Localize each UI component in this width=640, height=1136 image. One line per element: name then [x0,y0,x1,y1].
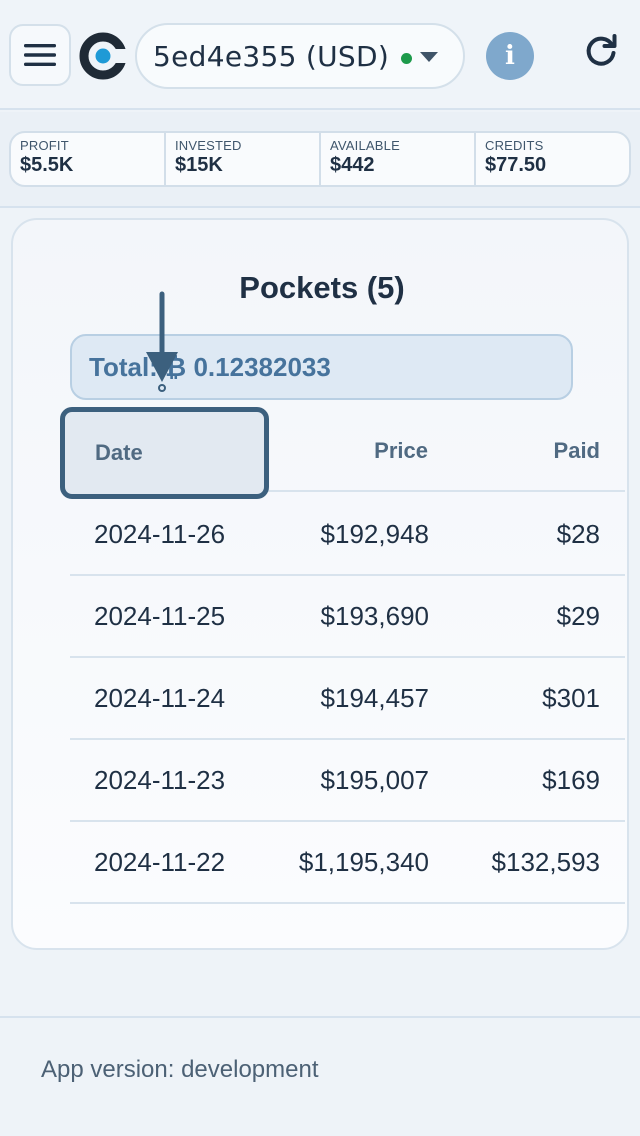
cell-price: $195,007 [320,764,429,795]
account-label: 5ed4e355 (USD) [153,39,390,73]
table-row[interactable]: 2024-11-26 $192,948 $28 [70,494,625,576]
cell-date: 2024-11-22 [94,846,226,877]
table-row[interactable]: 2024-11-25 $193,690 $29 [70,576,625,658]
info-icon: i [505,41,515,71]
status-dot [401,52,413,64]
app-logo-icon [79,32,128,80]
pockets-title: Pockets (5) [239,270,405,305]
menu-button[interactable] [9,24,71,86]
info-button[interactable]: i [486,32,534,80]
table-row[interactable]: 2024-11-24 $194,457 $301 [70,658,625,740]
app-version: App version: development [41,1056,319,1083]
stat-profit: PROFIT $5.5K [11,133,166,185]
stat-value: $15K [175,154,223,176]
cell-date: 2024-11-26 [94,518,226,549]
stat-label: PROFIT [20,138,69,153]
account-select[interactable]: 5ed4e355 (USD) [135,23,465,89]
cell-price: $193,690 [320,600,429,631]
stats-band: PROFIT $5.5K INVESTED $15K AVAILABLE $44… [0,112,640,208]
column-header-price[interactable]: Price [280,410,428,492]
table-row[interactable]: 2024-11-23 $195,007 $169 [70,740,625,822]
pockets-card: Pockets (5) Total: ₿ 0.12382033 Date Pri… [11,218,629,950]
cell-paid: $132,593 [491,846,600,877]
column-header-date[interactable]: Date [60,407,269,499]
cell-date: 2024-11-23 [94,764,226,795]
stat-value: $442 [330,154,375,176]
table-header: Date Price Paid [60,407,625,499]
cell-price: $1,195,340 [298,846,429,877]
stats-summary: PROFIT $5.5K INVESTED $15K AVAILABLE $44… [9,131,631,187]
chevron-down-icon [420,52,439,62]
cell-price: $192,948 [320,518,429,549]
table-row[interactable]: 2024-11-22 $1,195,340 $132,593 [70,822,625,904]
stat-label: AVAILABLE [330,138,400,153]
cell-paid: $28 [556,518,600,549]
cell-paid: $29 [556,600,600,631]
footer: App version: development [0,1016,640,1136]
cell-date: 2024-11-24 [94,682,226,713]
cell-paid: $301 [542,682,600,713]
hamburger-icon [24,44,56,66]
stat-invested: INVESTED $15K [166,133,321,185]
refresh-icon [586,34,617,66]
stat-value: $5.5K [20,154,74,176]
stat-label: CREDITS [485,138,544,153]
column-header-paid[interactable]: Paid [490,410,600,492]
stat-credits: CREDITS $77.50 [476,133,629,185]
cell-price: $194,457 [320,682,429,713]
stat-label: INVESTED [175,138,242,153]
refresh-button[interactable] [578,27,624,73]
stat-value: $77.50 [485,154,547,176]
top-bar: 5ed4e355 (USD) i [0,0,640,110]
cell-paid: $169 [542,764,600,795]
arrow-pointer-icon [146,291,178,392]
cell-date: 2024-11-25 [94,600,226,631]
stat-available: AVAILABLE $442 [321,133,476,185]
